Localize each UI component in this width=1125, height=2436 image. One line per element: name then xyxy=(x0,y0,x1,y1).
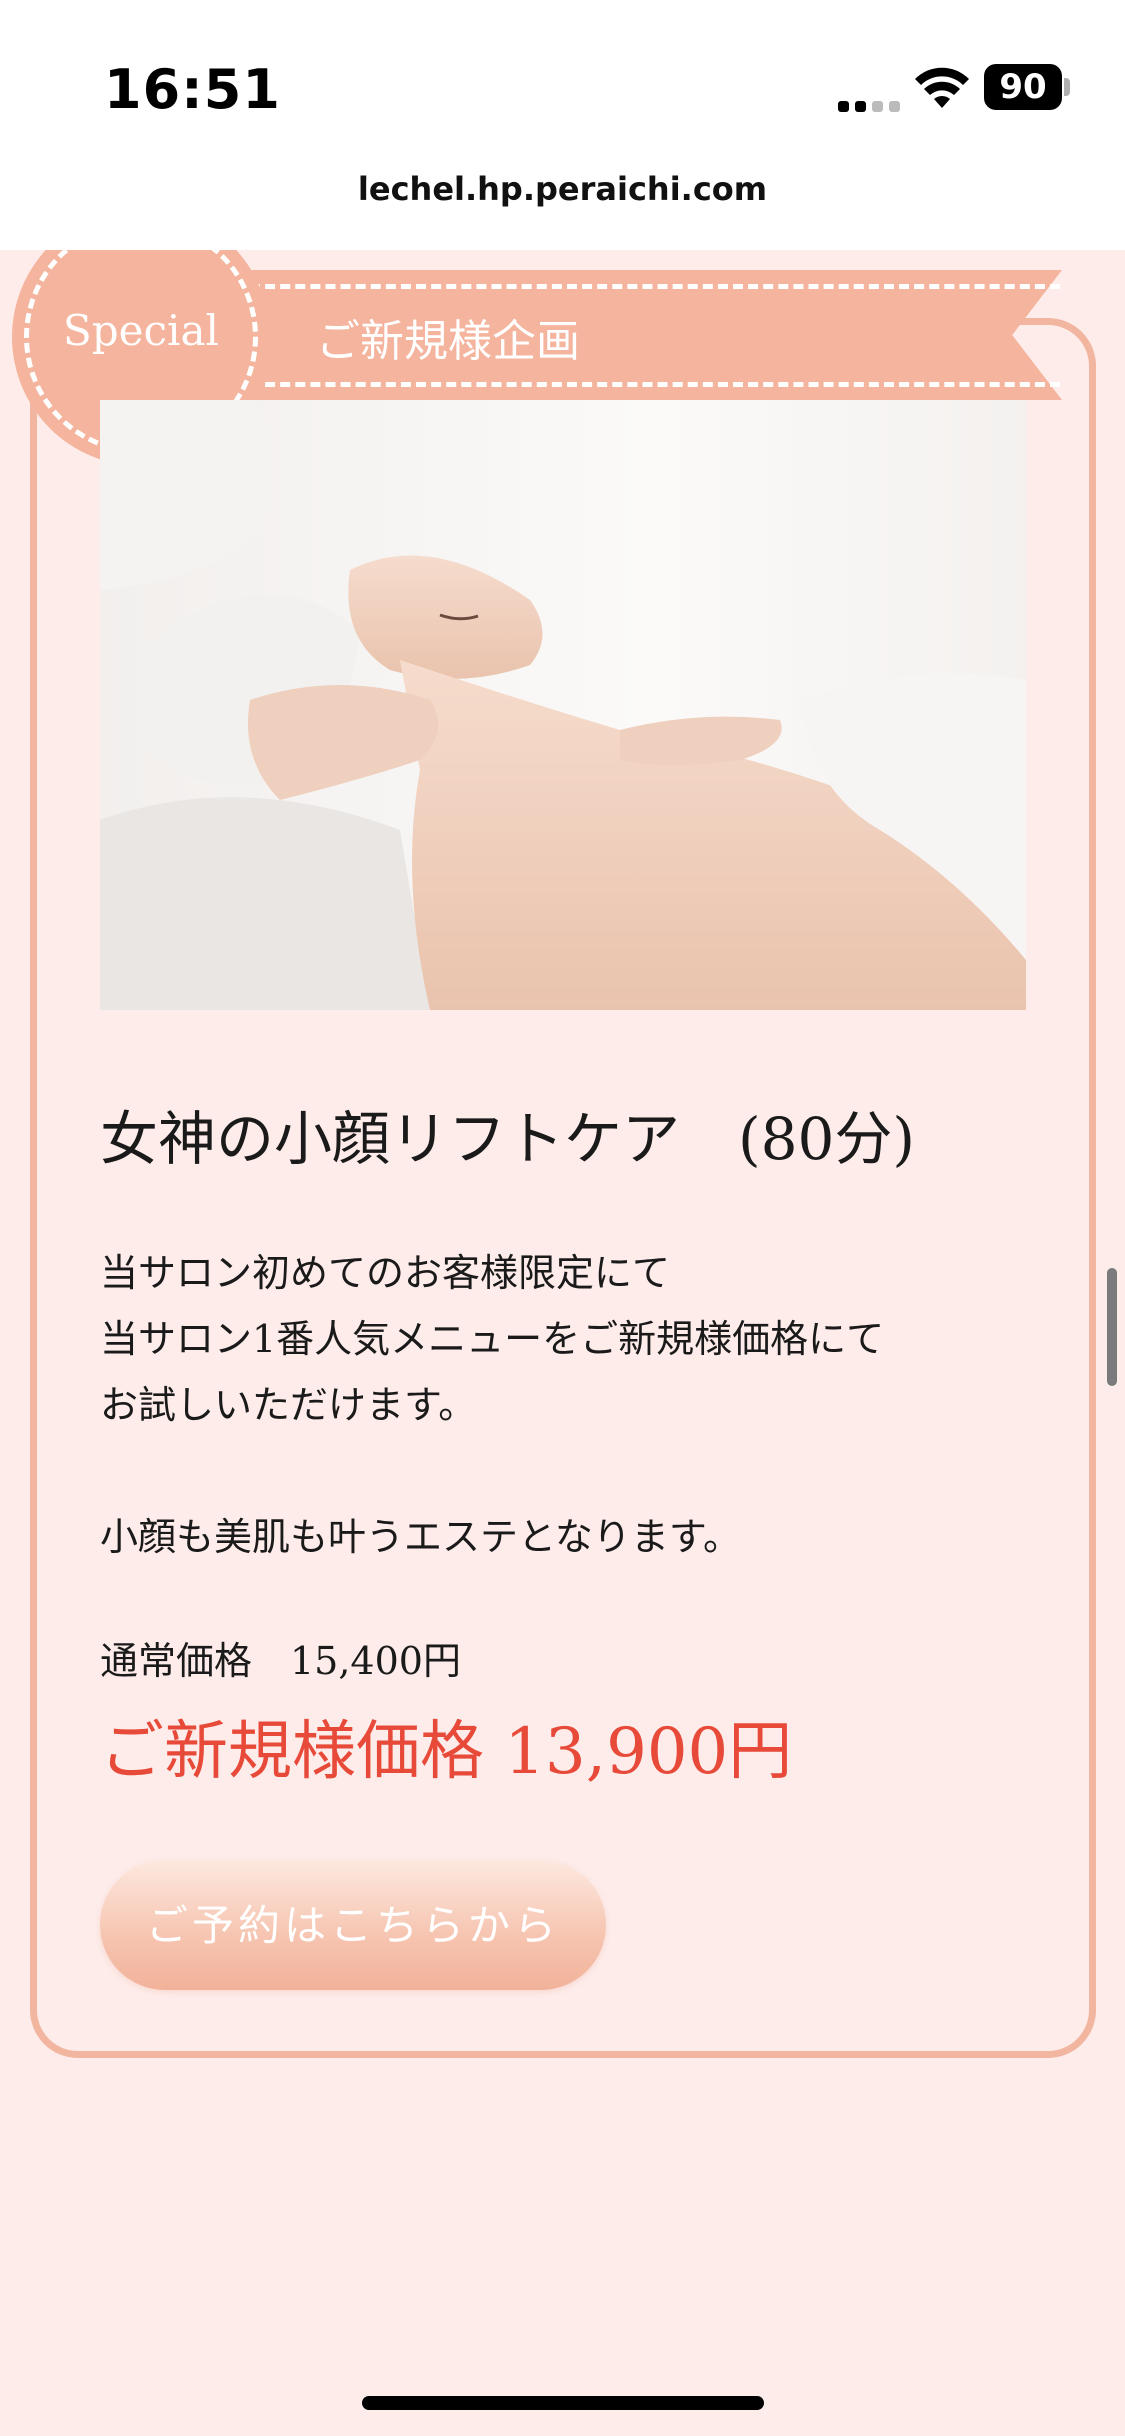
scrollbar[interactable] xyxy=(1107,1268,1117,1386)
menu-description: 当サロン初めてのお客様限定にて 当サロン1番人気メニューをご新規様価格にて お試… xyxy=(100,1240,1030,1570)
status-bar: 16:51 90 lechel.hp.peraichi.com xyxy=(0,0,1125,208)
menu-title: 女神の小顔リフトケア (80分) xyxy=(100,1105,916,1173)
ribbon-stitch-bottom xyxy=(250,382,1060,387)
facial-treatment-photo xyxy=(100,400,1026,1010)
regular-price: 通常価格 15,400円 xyxy=(100,1639,461,1683)
battery-icon: 90 xyxy=(984,64,1062,110)
home-indicator[interactable] xyxy=(362,2396,764,2410)
description-spacer xyxy=(100,1438,1030,1504)
description-line: 当サロン1番人気メニューをご新規様価格にて xyxy=(100,1317,885,1361)
badge-label: Special xyxy=(63,306,219,355)
ribbon-label: ご新規様企画 xyxy=(316,316,580,367)
signal-icon xyxy=(838,82,900,112)
description-line: 小顔も美肌も叶うエステとなります。 xyxy=(100,1515,742,1559)
ribbon-stitch-top xyxy=(250,284,1060,289)
description-line: 当サロン初めてのお客様限定にて xyxy=(100,1251,671,1295)
new-customer-price: ご新規様価格 13,900円 xyxy=(100,1715,793,1789)
wifi-icon xyxy=(915,67,969,108)
status-time: 16:51 xyxy=(104,58,281,121)
description-line: お試しいただけます。 xyxy=(100,1383,477,1427)
url-text[interactable]: lechel.hp.peraichi.com xyxy=(0,170,1125,208)
battery-tip xyxy=(1064,78,1070,96)
reserve-button[interactable]: ご予約はこちらから xyxy=(100,1860,606,1990)
